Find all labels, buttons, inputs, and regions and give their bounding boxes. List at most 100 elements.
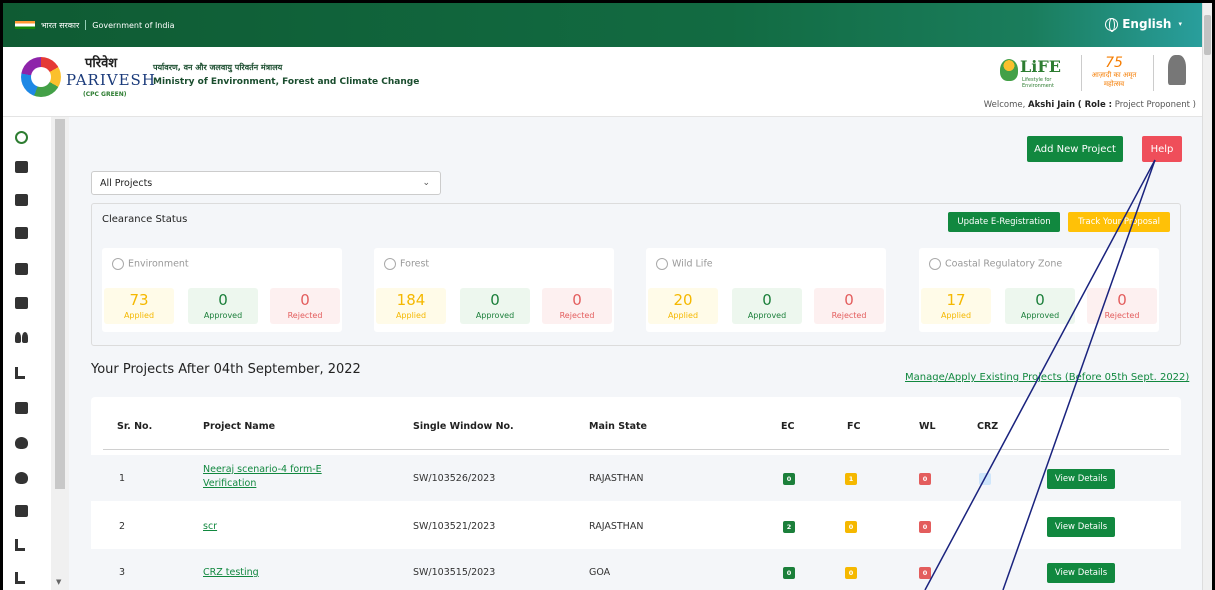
manage-existing-projects-link[interactable]: Manage/Apply Existing Projects (Before 0… (905, 372, 1189, 383)
project-name-link[interactable]: scr (203, 521, 217, 532)
project-icon[interactable] (15, 402, 28, 414)
view-details-button[interactable]: View Details (1047, 469, 1115, 489)
applied-count: 20 (673, 291, 693, 309)
activity-icon[interactable] (15, 367, 25, 379)
rejected-stat[interactable]: 0 Rejected (270, 288, 340, 324)
project-name-link[interactable]: CRZ testing (203, 567, 259, 578)
page-scrollbar-thumb[interactable] (1204, 15, 1211, 55)
rejected-stat[interactable]: 0 Rejected (542, 288, 612, 324)
card-name: Coastal Regulatory Zone (945, 258, 1063, 270)
approved-stat[interactable]: 0 Approved (1005, 288, 1075, 324)
approved-stat[interactable]: 0 Approved (188, 288, 258, 324)
main-content: Add New Project Help All Projects ⌄ Clea… (69, 117, 1202, 590)
fc-badge: 0 (845, 567, 857, 579)
applied-stat[interactable]: 20 Applied (648, 288, 718, 324)
help-button[interactable]: Help (1142, 136, 1182, 162)
applied-label: Applied (123, 311, 155, 320)
wl-badge: 0 (919, 521, 931, 533)
single-window-no: SW/103515/2023 (413, 567, 496, 578)
activity-icon[interactable] (15, 572, 25, 584)
project-icon[interactable] (15, 263, 28, 275)
sidebar-scrollbar-thumb[interactable] (55, 119, 65, 489)
environment-icon (112, 258, 124, 270)
card-name: Wild Life (672, 258, 713, 270)
cloud-icon[interactable] (15, 437, 28, 449)
view-details-button[interactable]: View Details (1047, 517, 1115, 537)
scroll-down-arrow-icon[interactable]: ▼ (56, 578, 61, 586)
left-sidebar (3, 117, 51, 590)
view-details-button[interactable]: View Details (1047, 563, 1115, 583)
forest-icon (384, 258, 396, 270)
rejected-label: Rejected (1104, 311, 1140, 320)
wl-badge: 0 (919, 567, 931, 579)
brand-english: PARIVESH (66, 71, 156, 89)
applied-stat[interactable]: 73 Applied (104, 288, 174, 324)
activity-icon[interactable] (15, 539, 25, 551)
national-emblem-icon (1168, 55, 1186, 85)
ec-badge: 2 (783, 521, 795, 533)
rejected-count: 0 (572, 291, 582, 309)
brand-sub: (CPC GREEN) (83, 91, 127, 98)
fc-badge: 0 (845, 521, 857, 533)
cloud-icon[interactable] (15, 472, 28, 484)
approved-label: Approved (747, 311, 787, 320)
approved-stat[interactable]: 0 Approved (732, 288, 802, 324)
rejected-stat[interactable]: 0 Rejected (814, 288, 884, 324)
column-header: EC (781, 421, 795, 432)
wl-badge: 0 (919, 473, 931, 485)
project-filter-select[interactable]: All Projects ⌄ (91, 171, 441, 195)
page-frame: भारत सरकार Government of India English ▾… (3, 3, 1212, 590)
users-icon[interactable] (15, 332, 28, 344)
page-scrollbar[interactable] (1202, 3, 1212, 590)
update-e-registration-button[interactable]: Update E-Registration (948, 212, 1060, 232)
project-icon[interactable] (15, 297, 28, 309)
project-icon[interactable] (15, 227, 28, 239)
applied-label: Applied (667, 311, 699, 320)
approved-label: Approved (1020, 311, 1060, 320)
applied-count: 73 (129, 291, 149, 309)
applied-stat[interactable]: 184 Applied (376, 288, 446, 324)
india-flag-icon (15, 21, 35, 29)
role-prefix: ( Role : (1077, 100, 1113, 110)
project-icon[interactable] (15, 161, 28, 173)
add-new-project-button[interactable]: Add New Project (1027, 136, 1123, 162)
sidebar-scrollbar[interactable]: ▼ (51, 117, 69, 590)
project-icon[interactable] (15, 194, 28, 206)
fc-badge: 1 (845, 473, 857, 485)
project-filter-value: All Projects (100, 178, 153, 189)
life-logo: LiFE Lifestyle for Environment (998, 55, 1068, 89)
approved-label: Approved (203, 311, 243, 320)
column-header: CRZ (977, 421, 999, 432)
amrit-mahotsav-logo: 75 आज़ादी का अमृत महोत्सव (1088, 55, 1140, 91)
crz-badge (979, 473, 991, 485)
sr-no: 1 (119, 473, 126, 484)
projects-section-title: Your Projects After 04th September, 2022 (91, 362, 361, 377)
column-header: WL (919, 421, 936, 432)
applied-count: 17 (946, 291, 966, 309)
dashboard-icon[interactable] (15, 131, 28, 144)
clearance-card-environment: Environment 73 Applied 0 Approved 0 Rejecte… (102, 248, 342, 332)
rejected-stat[interactable]: 0 Rejected (1087, 288, 1157, 324)
applied-stat[interactable]: 17 Applied (921, 288, 991, 324)
parivesh-logo-icon[interactable] (21, 57, 61, 97)
rejected-label: Rejected (559, 311, 595, 320)
gov-english-label: Government of India (92, 20, 175, 30)
project-name-line: Verification (203, 478, 257, 489)
rejected-count: 0 (300, 291, 310, 309)
site-header: परिवेश PARIVESH (CPC GREEN) पर्यावरण, वन… (3, 47, 1202, 117)
gov-top-bar: भारत सरकार Government of India English ▾ (3, 3, 1212, 47)
welcome-prefix: Welcome, (983, 100, 1026, 110)
approved-stat[interactable]: 0 Approved (460, 288, 530, 324)
user-role: Project Proponent ) (1114, 100, 1196, 110)
coast-icon (929, 258, 941, 270)
life-logo-text: LiFE (1020, 57, 1061, 76)
rejected-count: 0 (844, 291, 854, 309)
track-your-proposal-button[interactable]: Track Your Proposal (1068, 212, 1170, 232)
single-window-no: SW/103526/2023 (413, 473, 496, 484)
ministry-hindi: पर्यावरण, वन और जलवायु परिवर्तन मंत्रालय (153, 63, 283, 72)
project-name-link[interactable]: Neeraj scenario-4 form-E Verification (203, 463, 322, 491)
monitor-icon[interactable] (15, 505, 28, 517)
approved-count: 0 (762, 291, 772, 309)
column-header: Sr. No. (117, 421, 153, 432)
language-selector[interactable]: English ▾ (1105, 17, 1182, 32)
